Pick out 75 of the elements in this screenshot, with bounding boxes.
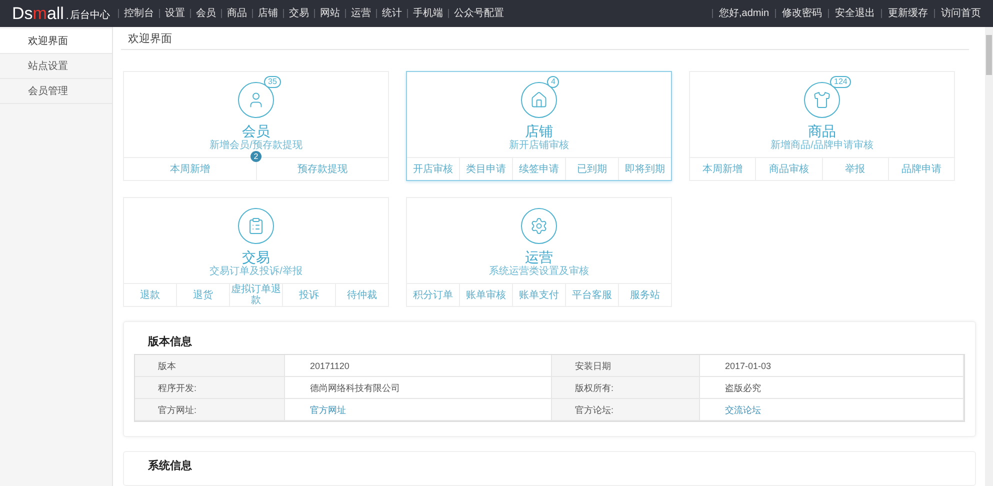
- card-title: 店铺: [525, 122, 553, 140]
- card-title: 交易: [242, 248, 270, 266]
- logo[interactable]: Dsmall: [12, 4, 64, 24]
- nav-link[interactable]: 网站: [314, 6, 345, 21]
- table-label: 官方论坛:: [552, 399, 700, 421]
- table-label: 程序开发:: [135, 377, 285, 399]
- card-link[interactable]: 类目申请: [459, 158, 512, 180]
- nav-link[interactable]: 商品: [222, 6, 252, 21]
- header-link[interactable]: 更新缓存: [882, 6, 934, 21]
- card-link[interactable]: 账单支付: [512, 284, 565, 306]
- logo-subtitle: 后台中心: [70, 8, 110, 22]
- card-link[interactable]: 退货: [176, 284, 229, 306]
- card-link[interactable]: 虚拟订单退款: [229, 284, 282, 306]
- sidebar-item[interactable]: 站点设置: [0, 54, 112, 79]
- card-title: 会员: [242, 122, 270, 140]
- logo-dot: .: [66, 10, 69, 24]
- card-subtitle: 新增商品/品牌申请审核: [770, 140, 874, 152]
- card-subtitle: 新开店铺审核: [509, 140, 569, 152]
- card-link[interactable]: 平台客服: [565, 284, 618, 306]
- card-link[interactable]: 举报: [822, 158, 888, 180]
- nav-link[interactable]: 控制台: [118, 6, 159, 21]
- count-badge: 4: [547, 76, 560, 88]
- header-link[interactable]: 安全退出: [829, 6, 881, 21]
- card-title: 商品: [808, 122, 836, 140]
- nav-link[interactable]: 交易: [284, 6, 314, 21]
- header-link[interactable]: 访问首页: [935, 6, 987, 21]
- sidebar-item[interactable]: 欢迎界面: [0, 29, 112, 54]
- nav-link[interactable]: 手机端: [408, 6, 448, 21]
- card-link[interactable]: 预存款提现: [256, 158, 388, 180]
- card-link[interactable]: 商品审核: [755, 158, 822, 180]
- card-subtitle: 交易订单及投诉/举报: [210, 266, 302, 278]
- card-link[interactable]: 服务站: [618, 284, 671, 306]
- card-title: 运营: [525, 248, 553, 266]
- sidebar-item[interactable]: 会员管理: [0, 79, 112, 104]
- card-link[interactable]: 待仲裁: [335, 284, 388, 306]
- panel-title: 版本信息: [147, 334, 193, 350]
- nav-link[interactable]: 设置: [160, 6, 190, 21]
- header-link[interactable]: 您好,admin: [712, 6, 775, 21]
- house-icon: [530, 91, 548, 109]
- clipboard-icon: [247, 217, 265, 235]
- table-cell: 德尚网络科技有限公司: [285, 377, 552, 399]
- table-link[interactable]: 官方网址: [285, 399, 552, 421]
- nav-link[interactable]: 公众号配置: [448, 6, 509, 21]
- card-link[interactable]: 积分订单: [407, 284, 459, 306]
- page-title: 欢迎界面: [121, 28, 969, 50]
- table-cell: 20171120: [285, 355, 552, 377]
- gear-icon: [530, 217, 548, 235]
- card-subtitle: 系统运营类设置及审核: [489, 266, 589, 278]
- nav-link[interactable]: 统计: [376, 6, 407, 21]
- count-badge: 2: [250, 151, 262, 162]
- table-cell: 盗版必究: [700, 377, 964, 399]
- table-cell: 2017-01-03: [700, 355, 964, 377]
- card-link[interactable]: 品牌申请: [888, 158, 954, 180]
- panel-title: 系统信息: [147, 458, 193, 474]
- shirt-icon: [813, 91, 831, 109]
- count-badge: 124: [830, 76, 852, 88]
- card-link[interactable]: 退款: [124, 284, 176, 306]
- card-subtitle: 新增会员/预存款提现: [210, 140, 302, 152]
- count-badge: 35: [264, 76, 281, 88]
- table-label: 安装日期: [552, 355, 700, 377]
- table-label: 官方网址:: [135, 399, 285, 421]
- table-label: 版本: [135, 355, 285, 377]
- nav-link[interactable]: 店铺: [252, 6, 283, 21]
- card-link[interactable]: 即将到期: [618, 158, 671, 180]
- card-link[interactable]: 续签申请: [512, 158, 565, 180]
- table-label: 版权所有:: [552, 377, 700, 399]
- card-link[interactable]: 已到期: [565, 158, 618, 180]
- nav-link[interactable]: 会员: [190, 6, 221, 21]
- card-link[interactable]: 投诉: [282, 284, 335, 306]
- table-link[interactable]: 交流论坛: [700, 399, 964, 421]
- header-link[interactable]: 修改密码: [776, 6, 828, 21]
- nav-link[interactable]: 运营: [346, 6, 376, 21]
- card-link[interactable]: 账单审核: [459, 284, 512, 306]
- card-link[interactable]: 本周新增: [690, 158, 756, 180]
- card-link[interactable]: 开店审核: [407, 158, 459, 180]
